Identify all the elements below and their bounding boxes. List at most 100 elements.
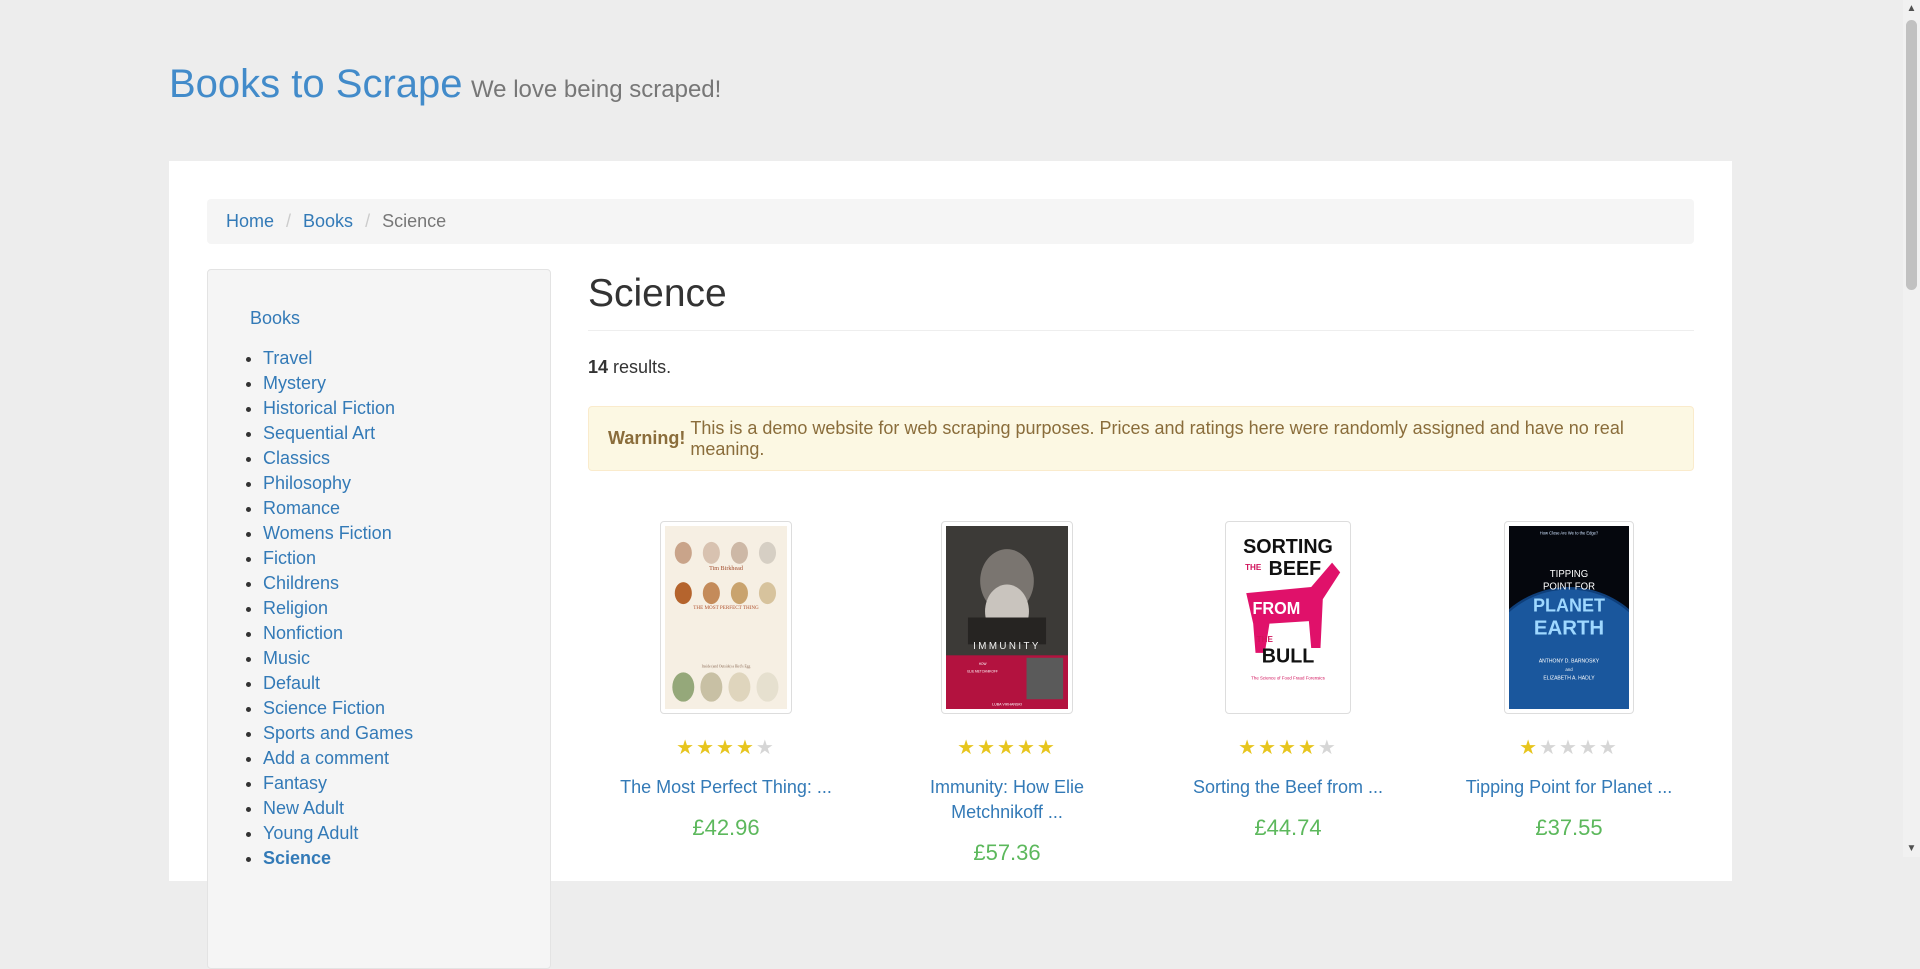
product-title-link[interactable]: Sorting the Beef from ... [1193,777,1383,797]
category-link-nonfiction[interactable]: Nonfiction [263,623,343,643]
category-link-travel[interactable]: Travel [263,348,312,368]
star-rating: ★★★★★ [1150,737,1426,759]
svg-text:Tim Birkhead: Tim Birkhead [709,566,743,572]
product-card: How Close Are We to the Edge? TIPPING PO… [1431,521,1707,841]
product-thumbnail[interactable]: How Close Are We to the Edge? TIPPING PO… [1504,521,1634,714]
breadcrumb-current: Science [382,211,447,231]
warning-alert: Warning! This is a demo website for web … [588,406,1694,471]
category-item: Childrens [263,571,413,596]
category-link-science-fiction[interactable]: Science Fiction [263,698,385,718]
svg-text:THE: THE [1245,562,1262,572]
category-item: Historical Fiction [263,396,413,421]
category-link-new-adult[interactable]: New Adult [263,798,344,818]
category-item: Young Adult [263,821,413,846]
product-title: Immunity: How Elie Metchnikoff ... [869,775,1145,825]
category-link-add-a-comment[interactable]: Add a comment [263,748,389,768]
star-icon: ★ [1539,737,1560,759]
star-icon: ★ [716,737,736,759]
product-title: Tipping Point for Planet ... [1431,775,1707,800]
product-price: £42.96 [692,815,760,840]
product-title-link[interactable]: The Most Perfect Thing: ... [620,777,832,797]
product-title: The Most Perfect Thing: ... [588,775,864,800]
star-icon: ★ [735,737,756,759]
category-link-default[interactable]: Default [263,673,320,693]
category-link-fantasy[interactable]: Fantasy [263,773,327,793]
category-item: Classics [263,446,413,471]
book-cover-image: IMMUNITY HOW ELIE METCHNIKOFF LUBA VIKHA… [946,526,1068,709]
svg-text:and: and [1565,667,1573,672]
page-scrollbar[interactable]: ▲ ▼ [1903,0,1920,857]
category-item: Sequential Art [263,421,413,446]
star-icon: ★ [1578,737,1599,759]
svg-text:TIPPING: TIPPING [1550,569,1588,580]
site-header: Books to Scrape We love being scraped! [169,62,721,107]
category-link-sequential-art[interactable]: Sequential Art [263,423,375,443]
category-link-romance[interactable]: Romance [263,498,340,518]
category-item: Music [263,646,413,671]
svg-text:Inside (and Outside) a Bird's: Inside (and Outside) a Bird's Egg [702,665,751,669]
star-icon: ★ [1317,737,1338,759]
category-item: Science [263,846,413,871]
product-title-link[interactable]: Immunity: How Elie [930,777,1084,797]
star-rating: ★★★★★ [1431,737,1707,759]
star-icon: ★ [1238,737,1259,759]
product-price: £57.36 [973,840,1041,865]
svg-text:FROM: FROM [1253,598,1301,617]
svg-text:EARTH: EARTH [1534,616,1604,639]
svg-text:POINT FOR: POINT FOR [1543,581,1595,592]
sidebar-books-link[interactable]: Books [250,308,300,329]
star-icon: ★ [676,737,697,759]
alert-message: This is a demo website for web scraping … [690,417,1624,459]
category-link-science[interactable]: Science [263,848,331,868]
category-link-classics[interactable]: Classics [263,448,330,468]
star-rating: ★★★★★ [869,737,1145,759]
scroll-down-arrow-icon[interactable]: ▼ [1903,840,1920,857]
category-sidebar: Books Travel Mystery Historical Fiction Seq… [207,269,551,969]
category-link-music[interactable]: Music [263,648,310,668]
category-item: Sports and Games [263,721,413,746]
category-item: Womens Fiction [263,521,413,546]
svg-text:SORTING: SORTING [1243,535,1333,558]
product-thumbnail[interactable]: SORTING THE BEEF FROM THE BULL The Scien… [1225,521,1351,714]
star-icon: ★ [1519,737,1540,759]
svg-text:BULL: BULL [1262,645,1315,668]
category-item: Add a comment [263,746,413,771]
category-link-mystery[interactable]: Mystery [263,373,326,393]
category-link-historical-fiction[interactable]: Historical Fiction [263,398,395,418]
category-link-childrens[interactable]: Childrens [263,573,339,593]
category-item: Fantasy [263,771,413,796]
category-list: Travel Mystery Historical Fiction Sequentia… [263,346,413,871]
product-title-link[interactable]: Tipping Point for Planet ... [1466,777,1672,797]
star-icon: ★ [1016,737,1037,759]
category-link-young-adult[interactable]: Young Adult [263,823,358,843]
scroll-up-arrow-icon[interactable]: ▲ [1903,0,1920,17]
category-item: Default [263,671,413,696]
svg-text:BEEF: BEEF [1269,557,1322,580]
breadcrumb-home[interactable]: Home [226,211,274,232]
category-link-womens-fiction[interactable]: Womens Fiction [263,523,392,543]
svg-text:IMMUNITY: IMMUNITY [973,641,1041,652]
product-thumbnail[interactable]: Tim Birkhead THE MOST PERFECT THING Insi… [660,521,792,714]
svg-text:HOW: HOW [979,662,987,666]
star-icon: ★ [997,737,1017,759]
svg-text:LUBA VIKHANSKI: LUBA VIKHANSKI [992,702,1022,706]
brand-link[interactable]: Books to Scrape [169,62,463,106]
star-icon: ★ [1559,737,1579,759]
breadcrumb-books[interactable]: Books [303,211,353,232]
category-link-sports-and-games[interactable]: Sports and Games [263,723,413,743]
category-item: Mystery [263,371,413,396]
product-card: IMMUNITY HOW ELIE METCHNIKOFF LUBA VIKHA… [869,521,1145,866]
category-link-religion[interactable]: Religion [263,598,328,618]
breadcrumb: Home / Books / Science [207,199,1694,244]
product-thumbnail[interactable]: IMMUNITY HOW ELIE METCHNIKOFF LUBA VIKHA… [941,521,1073,714]
product-card: SORTING THE BEEF FROM THE BULL The Scien… [1150,521,1426,841]
scroll-thumb[interactable] [1906,20,1917,290]
category-item: New Adult [263,796,413,821]
svg-text:How Close Are We to the Edge?: How Close Are We to the Edge? [1540,531,1599,536]
product-price: £44.74 [1254,815,1322,840]
page-panel: Home / Books / Science Books Travel Myste… [169,161,1732,969]
breadcrumb-separator: / [286,211,292,231]
category-link-philosophy[interactable]: Philosophy [263,473,351,493]
product-title-link[interactable]: Metchnikoff ... [951,802,1063,822]
category-link-fiction[interactable]: Fiction [263,548,316,568]
